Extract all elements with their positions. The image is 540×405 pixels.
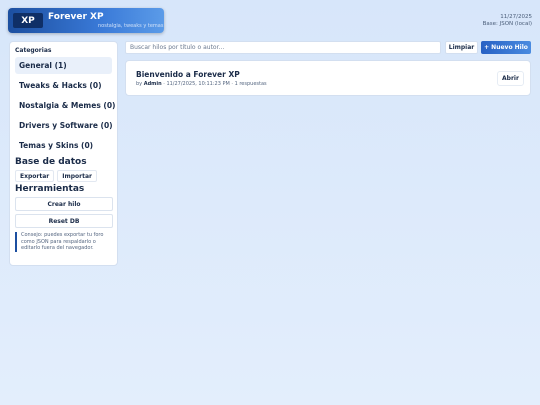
- tools-heading: Herramientas: [15, 184, 85, 194]
- xp-logo: XP: [13, 13, 43, 28]
- app-header: XP Forever XP nostalgia, tweaks y temas: [8, 8, 164, 33]
- app-subtitle: nostalgia, tweaks y temas: [98, 23, 164, 29]
- database-source: Base: JSON (local): [482, 21, 532, 27]
- tip-text: Consejo: puedes exportar tu foro como JS…: [15, 232, 112, 252]
- thread-author: Admin: [143, 81, 162, 87]
- thread-by-prefix: by: [136, 81, 143, 87]
- sidebar: Categorias General (1) Tweaks & Hacks (0…: [9, 41, 118, 266]
- app-title: Forever XP: [48, 12, 104, 22]
- current-date: 11/27/2025: [500, 14, 532, 20]
- clear-button[interactable]: Limpiar: [445, 41, 478, 54]
- reset-db-button[interactable]: Reset DB: [15, 214, 113, 228]
- database-heading: Base de datos: [15, 157, 87, 167]
- import-button[interactable]: Importar: [57, 170, 97, 182]
- sidebar-item-nostalgia-memes[interactable]: Nostalgia & Memes (0): [15, 97, 115, 114]
- new-thread-button[interactable]: + Nuevo Hilo: [481, 41, 531, 54]
- sidebar-item-temas-skins[interactable]: Temas y Skins (0): [15, 137, 112, 154]
- header-meta: 11/27/2025 Base: JSON (local): [483, 14, 532, 28]
- thread-card: Bienvenido a Forever XP by Admin · 11/27…: [125, 60, 531, 96]
- thread-meta: by Admin · 11/27/2025, 10:11:23 PM · 1 r…: [136, 81, 267, 87]
- thread-title[interactable]: Bienvenido a Forever XP: [136, 70, 240, 79]
- search-input[interactable]: [125, 41, 441, 54]
- export-button[interactable]: Exportar: [15, 170, 55, 182]
- thread-details: · 11/27/2025, 10:11:23 PM · 1 respuestas: [161, 81, 267, 87]
- categories-label: Categorias: [15, 47, 52, 54]
- create-thread-button[interactable]: Crear hilo: [15, 197, 113, 211]
- sidebar-item-drivers-software[interactable]: Drivers y Software (0): [15, 117, 113, 134]
- open-thread-button[interactable]: Abrir: [497, 71, 524, 86]
- sidebar-item-tweaks-hacks[interactable]: Tweaks & Hacks (0): [15, 77, 112, 94]
- sidebar-item-general[interactable]: General (1): [15, 57, 112, 74]
